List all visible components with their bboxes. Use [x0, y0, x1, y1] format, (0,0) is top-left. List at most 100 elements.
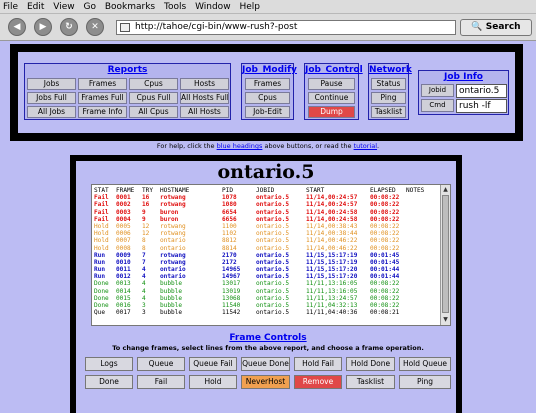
- dump-button[interactable]: Dump: [308, 106, 355, 118]
- scroll-thumb[interactable]: [442, 195, 449, 313]
- modify-cpus-button[interactable]: Cpus: [245, 92, 290, 104]
- reports-frames-full-button[interactable]: Frames Full: [78, 92, 127, 104]
- reports-all-cpus-button[interactable]: All Cpus: [129, 106, 178, 118]
- tutorial-link[interactable]: tutorial: [354, 142, 377, 150]
- cell-start: 11/14,00:46:22: [306, 244, 358, 252]
- menu-view[interactable]: View: [50, 0, 77, 14]
- job-info-heading[interactable]: Job Info: [419, 71, 508, 83]
- reports-cpus-full-button[interactable]: Cpus Full: [129, 92, 178, 104]
- cell-host: rotwang: [160, 222, 186, 230]
- table-row[interactable]: Run 0010 7 rotwang 2172 ontario.5 11/15,15:17:…: [94, 259, 440, 266]
- logs-button[interactable]: Logs: [85, 357, 133, 371]
- hold-done-button[interactable]: Hold Done: [346, 357, 395, 371]
- back-arrow-icon[interactable]: ◀: [8, 18, 26, 36]
- jobid-field[interactable]: ontario.5: [456, 84, 507, 98]
- network-heading[interactable]: Network: [369, 64, 412, 76]
- report-scrollbar[interactable]: ▲ ▼: [440, 185, 450, 325]
- menu-bookmarks[interactable]: Bookmarks: [102, 0, 158, 14]
- reports-all-hosts-full-button[interactable]: All Hosts Full: [180, 92, 229, 104]
- reload-icon[interactable]: ↻: [60, 18, 78, 36]
- cell-elapsed: 00:08:22: [370, 194, 400, 202]
- menu-help[interactable]: Help: [236, 0, 263, 14]
- report-body: STAT FRAME TRY HOSTNAME PID JOBID START …: [94, 187, 440, 316]
- scroll-down-icon[interactable]: ▼: [442, 316, 449, 323]
- modify-frames-button[interactable]: Frames: [245, 78, 290, 90]
- menu-window[interactable]: Window: [192, 0, 234, 14]
- reports-frames-button[interactable]: Frames: [78, 78, 127, 90]
- menu-tools[interactable]: Tools: [161, 0, 189, 14]
- cell-try: 3: [142, 302, 146, 309]
- reports-frame-info-button[interactable]: Frame Info: [78, 106, 127, 118]
- table-row[interactable]: Hold 0006 12 rotwang 1102 ontario.5 11/14,00:3…: [94, 230, 440, 237]
- forward-arrow-icon[interactable]: ▶: [34, 18, 52, 36]
- table-row[interactable]: Run 0012 4 ontario 14967 ontario.5 11/15,15:17…: [94, 273, 440, 280]
- reports-jobs-button[interactable]: Jobs: [27, 78, 76, 90]
- cell-jobid: ontario.5: [256, 258, 290, 266]
- stop-icon[interactable]: ✕: [86, 18, 104, 36]
- reports-all-hosts-button[interactable]: All Hosts: [180, 106, 229, 118]
- cell-host: ontario: [160, 237, 186, 245]
- cell-start: 11/11,13:16:05: [306, 287, 358, 295]
- cell-elapsed: 00:08:21: [370, 309, 400, 317]
- frame-report-list[interactable]: STAT FRAME TRY HOSTNAME PID JOBID START …: [91, 184, 451, 326]
- queue-fail-button[interactable]: Queue Fail: [189, 357, 237, 371]
- cell-start: 11/15,15:17:19: [306, 251, 358, 259]
- queue-done-button[interactable]: Queue Done: [241, 357, 290, 371]
- cell-try: 4: [142, 280, 146, 288]
- cell-elapsed: 00:01:44: [370, 273, 400, 281]
- ping-button[interactable]: Ping: [371, 92, 406, 104]
- blue-headings-link[interactable]: blue headings: [217, 142, 263, 150]
- reports-heading[interactable]: Reports: [25, 64, 230, 76]
- cell-stat: Done: [94, 302, 109, 309]
- url-bar[interactable]: http://tahoe/cgi-bin/www-rush?-post: [116, 20, 456, 35]
- cell-elapsed: 00:08:22: [370, 244, 400, 252]
- table-row[interactable]: Done 0014 4 bubble 13019 ontario.5 11/11,13:16…: [94, 288, 440, 295]
- continue-button[interactable]: Continue: [308, 92, 355, 104]
- report-panel: ontario.5 STAT FRAME TRY HOSTNAME PID JO…: [76, 161, 456, 413]
- col-notes: NOTES: [406, 187, 425, 194]
- table-row[interactable]: Hold 0007 8 ontario 8812 ontario.5 11/14,00:46…: [94, 237, 440, 244]
- status-button[interactable]: Status: [371, 78, 406, 90]
- reports-hosts-button[interactable]: Hosts: [180, 78, 229, 90]
- menu-go[interactable]: Go: [80, 0, 98, 14]
- reports-cpus-button[interactable]: Cpus: [129, 78, 178, 90]
- menu-edit[interactable]: Edit: [24, 0, 47, 14]
- cmd-field[interactable]: rush -lf: [456, 99, 507, 113]
- queue-button[interactable]: Queue: [137, 357, 185, 371]
- job-modify-heading[interactable]: Job_Modify: [242, 64, 297, 76]
- remove-button[interactable]: Remove: [294, 375, 342, 389]
- table-row[interactable]: Fail 0002 16 rotwang 1080 ontario.5 11/14,00:2…: [94, 201, 440, 208]
- cell-jobid: ontario.5: [256, 273, 290, 281]
- menu-bar: File Edit View Go Bookmarks Tools Window…: [0, 0, 536, 14]
- table-row[interactable]: Done 0016 3 bubble 11540 ontario.5 11/11,04:32…: [94, 302, 440, 309]
- hold-button[interactable]: Hold: [189, 375, 237, 389]
- fail-button[interactable]: Fail: [137, 375, 185, 389]
- table-row[interactable]: Que 0017 3 bubble 11542 ontario.5 11/11,04:40:…: [94, 309, 440, 316]
- reports-all-jobs-button[interactable]: All Jobs: [27, 106, 76, 118]
- table-row[interactable]: Hold 0008 8 ontario 8814 ontario.5 11/14,00:46…: [94, 245, 440, 252]
- search-button[interactable]: 🔍 Search: [460, 19, 532, 36]
- scroll-up-icon[interactable]: ▲: [442, 186, 449, 193]
- done-button[interactable]: Done: [85, 375, 133, 389]
- hold-queue-button[interactable]: Hold Queue: [399, 357, 451, 371]
- job-edit-button[interactable]: Job-Edit: [245, 106, 290, 118]
- table-row[interactable]: Done 0013 4 bubble 13017 ontario.5 11/11,13:16…: [94, 280, 440, 287]
- frame-controls-heading[interactable]: Frame Controls: [82, 333, 454, 343]
- pause-button[interactable]: Pause: [308, 78, 355, 90]
- frame-tasklist-button[interactable]: Tasklist: [346, 375, 395, 389]
- cell-frame: 0012: [116, 273, 131, 281]
- menu-file[interactable]: File: [0, 0, 21, 14]
- job-control-heading[interactable]: Job_Control: [305, 64, 363, 76]
- table-row[interactable]: Run 0009 7 rotwang 2170 ontario.5 11/15,15:17:…: [94, 252, 440, 259]
- table-row[interactable]: Fail 0003 9 buron 6654 ontario.5 11/14,00:24:5…: [94, 209, 440, 216]
- frame-ping-button[interactable]: Ping: [399, 375, 451, 389]
- reports-jobs-full-button[interactable]: Jobs Full: [27, 92, 76, 104]
- neverhost-button[interactable]: NeverHost: [241, 375, 290, 389]
- tasklist-button[interactable]: Tasklist: [371, 106, 406, 118]
- table-row[interactable]: Hold 0005 12 rotwang 1100 ontario.5 11/14,00:3…: [94, 223, 440, 230]
- cell-jobid: ontario.5: [256, 215, 290, 223]
- hold-fail-button[interactable]: Hold Fail: [294, 357, 342, 371]
- table-row[interactable]: Done 0015 4 bubble 13068 ontario.5 11/11,13:24…: [94, 295, 440, 302]
- cell-pid: 2170: [222, 251, 237, 259]
- table-row[interactable]: Fail 0004 9 buron 6656 ontario.5 11/14,00:24:5…: [94, 216, 440, 223]
